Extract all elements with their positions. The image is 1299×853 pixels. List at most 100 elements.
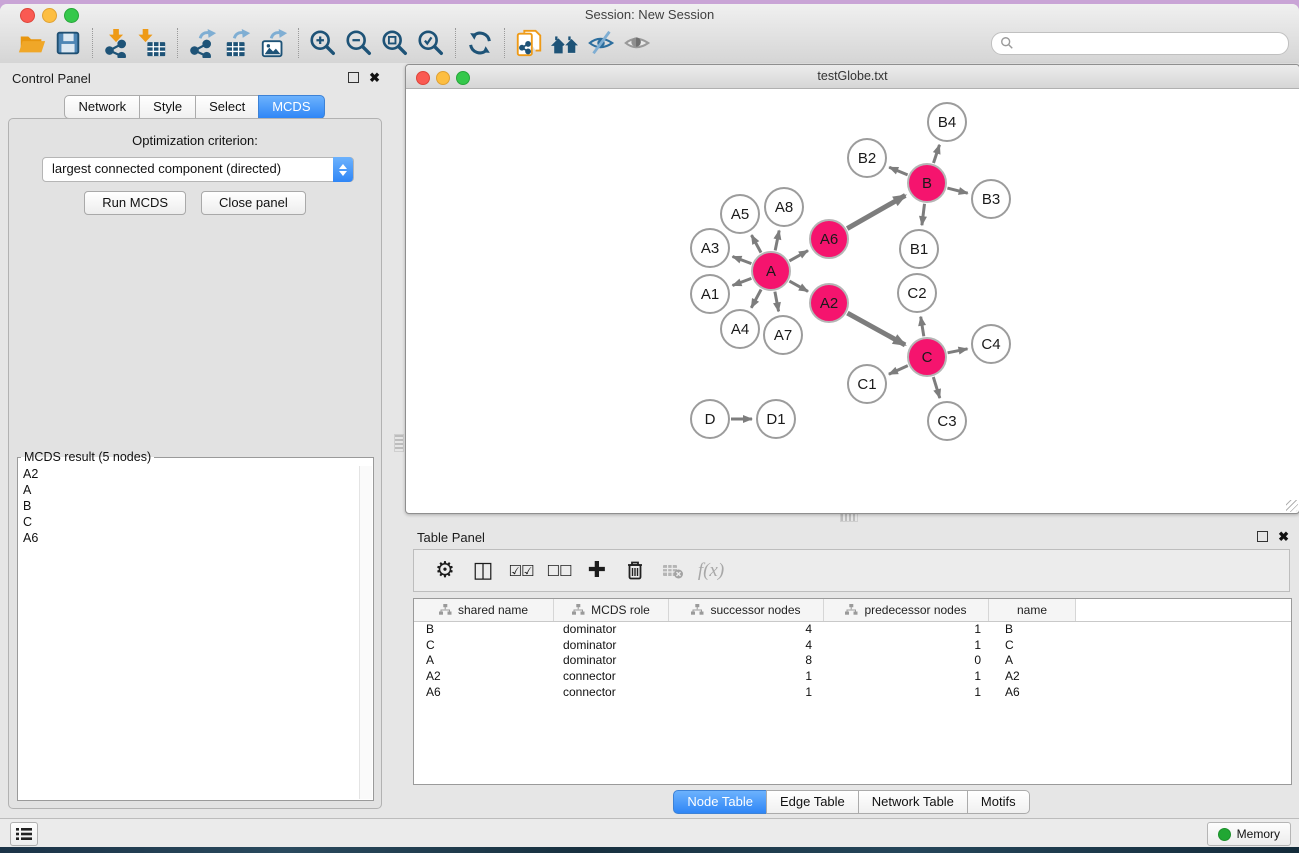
graph-edge-A2-C[interactable] <box>847 313 905 345</box>
run-mcds-button[interactable]: Run MCDS <box>84 191 186 215</box>
graph-node-B2[interactable]: B2 <box>847 138 887 178</box>
zoom-fit-icon[interactable] <box>377 26 413 60</box>
graph-node-A[interactable]: A <box>751 251 791 291</box>
graph-edge-A-A4[interactable] <box>751 290 761 308</box>
graph-node-A4[interactable]: A4 <box>720 309 760 349</box>
delete-column-icon[interactable] <box>616 554 654 588</box>
graph-edge-C-C4[interactable] <box>948 349 968 353</box>
table-row[interactable]: A2connector11A2 <box>414 669 1291 685</box>
graph-node-C2[interactable]: C2 <box>897 273 937 313</box>
split-divider-vertical[interactable] <box>394 434 404 452</box>
open-session-icon[interactable] <box>14 26 50 60</box>
window-resize-grip[interactable] <box>1286 500 1298 512</box>
column-header-shared-name[interactable]: shared name <box>414 599 554 621</box>
split-divider-horizontal[interactable] <box>840 513 858 522</box>
export-image-icon[interactable] <box>256 26 292 60</box>
graph-edge-C-C2[interactable] <box>921 317 924 337</box>
graph-node-C3[interactable]: C3 <box>927 401 967 441</box>
graph-edge-A-A7[interactable] <box>775 292 779 312</box>
function-builder-icon[interactable]: f(x) <box>692 554 730 588</box>
close-panel-icon[interactable]: ✖ <box>369 73 380 83</box>
graph-edge-B-B3[interactable] <box>947 188 967 193</box>
column-header-mcds-role[interactable]: MCDS role <box>554 599 669 621</box>
graph-node-A6[interactable]: A6 <box>809 219 849 259</box>
export-network-icon[interactable] <box>184 26 220 60</box>
result-item[interactable]: A <box>19 482 359 498</box>
graph-edge-A-A6[interactable] <box>789 251 808 261</box>
search-input[interactable] <box>1018 34 1282 53</box>
network-window-titlebar[interactable]: testGlobe.txt <box>406 65 1299 89</box>
graph-edge-A-A2[interactable] <box>789 281 808 291</box>
table-row[interactable]: A6connector11A6 <box>414 685 1291 701</box>
float-panel-icon[interactable] <box>348 72 359 83</box>
result-item[interactable]: C <box>19 514 359 530</box>
tab-edge-table[interactable]: Edge Table <box>766 790 859 814</box>
zoom-selected-icon[interactable] <box>413 26 449 60</box>
import-network-icon[interactable] <box>99 26 135 60</box>
graph-edge-B-B2[interactable] <box>889 167 907 175</box>
graph-node-B3[interactable]: B3 <box>971 179 1011 219</box>
tab-style[interactable]: Style <box>139 95 196 119</box>
graph-edge-C-C3[interactable] <box>933 377 940 398</box>
show-all-icon[interactable] <box>619 26 655 60</box>
graph-node-B[interactable]: B <box>907 163 947 203</box>
deselect-all-columns-icon[interactable]: ☐☐ <box>540 554 578 588</box>
criterion-dropdown[interactable]: largest connected component (directed) <box>42 157 354 182</box>
graph-edge-A-A1[interactable] <box>733 278 752 285</box>
refresh-icon[interactable] <box>462 26 498 60</box>
table-row[interactable]: Cdominator41C <box>414 638 1291 654</box>
network-canvas[interactable]: B4B2BB3A5A8A6A3B1AA1C2A2A4A7C4CC1C3DD1 <box>406 89 1299 513</box>
table-row[interactable]: Adominator80A <box>414 653 1291 669</box>
node-table[interactable]: shared nameMCDS rolesuccessor nodesprede… <box>413 598 1292 785</box>
hide-selected-icon[interactable] <box>583 26 619 60</box>
graph-node-A1[interactable]: A1 <box>690 274 730 314</box>
graph-edge-C-C1[interactable] <box>889 366 908 375</box>
graph-node-A2[interactable]: A2 <box>809 283 849 323</box>
result-item[interactable]: A2 <box>19 466 359 482</box>
zoom-out-icon[interactable] <box>341 26 377 60</box>
tab-select[interactable]: Select <box>195 95 259 119</box>
show-panels-button[interactable] <box>10 822 38 846</box>
tab-mcds[interactable]: MCDS <box>258 95 324 119</box>
graph-node-D[interactable]: D <box>690 399 730 439</box>
close-table-panel-icon[interactable]: ✖ <box>1278 532 1289 542</box>
graph-edge-A-A3[interactable] <box>733 257 752 264</box>
graph-node-C1[interactable]: C1 <box>847 364 887 404</box>
tab-network[interactable]: Network <box>64 95 140 119</box>
graph-edge-A-A8[interactable] <box>775 231 779 251</box>
close-panel-button[interactable]: Close panel <box>201 191 306 215</box>
graph-node-C4[interactable]: C4 <box>971 324 1011 364</box>
graph-edge-A6-B[interactable] <box>847 195 905 228</box>
graph-node-B4[interactable]: B4 <box>927 102 967 142</box>
table-settings-gear-icon[interactable]: ⚙ <box>426 554 464 588</box>
import-table-icon[interactable] <box>135 26 171 60</box>
delete-table-icon[interactable] <box>654 554 692 588</box>
graph-node-A7[interactable]: A7 <box>763 315 803 355</box>
scrollbar[interactable] <box>359 466 372 799</box>
graph-node-D1[interactable]: D1 <box>756 399 796 439</box>
add-column-icon[interactable]: ✚ <box>578 554 616 588</box>
graph-node-A3[interactable]: A3 <box>690 228 730 268</box>
column-header-predecessor-nodes[interactable]: predecessor nodes <box>824 599 989 621</box>
result-item[interactable]: B <box>19 498 359 514</box>
column-header-successor-nodes[interactable]: successor nodes <box>669 599 824 621</box>
graph-node-B1[interactable]: B1 <box>899 229 939 269</box>
graph-node-A8[interactable]: A8 <box>764 187 804 227</box>
show-columns-icon[interactable]: ◫ <box>464 554 502 588</box>
memory-button[interactable]: Memory <box>1207 822 1291 846</box>
tab-network-table[interactable]: Network Table <box>858 790 968 814</box>
tab-node-table[interactable]: Node Table <box>673 790 767 814</box>
save-session-icon[interactable] <box>50 26 86 60</box>
graph-edge-A-A5[interactable] <box>752 235 762 253</box>
graph-edge-B-B4[interactable] <box>934 145 940 163</box>
zoom-in-icon[interactable] <box>305 26 341 60</box>
clone-network-icon[interactable] <box>511 26 547 60</box>
graph-edge-B-B1[interactable] <box>922 204 925 225</box>
export-table-icon[interactable] <box>220 26 256 60</box>
table-row[interactable]: Bdominator41B <box>414 622 1291 638</box>
result-item[interactable]: A6 <box>19 530 359 546</box>
first-neighbors-icon[interactable] <box>547 26 583 60</box>
mcds-result-list[interactable]: A2ABCA6 <box>19 466 359 799</box>
float-table-panel-icon[interactable] <box>1257 531 1268 542</box>
graph-node-C[interactable]: C <box>907 337 947 377</box>
